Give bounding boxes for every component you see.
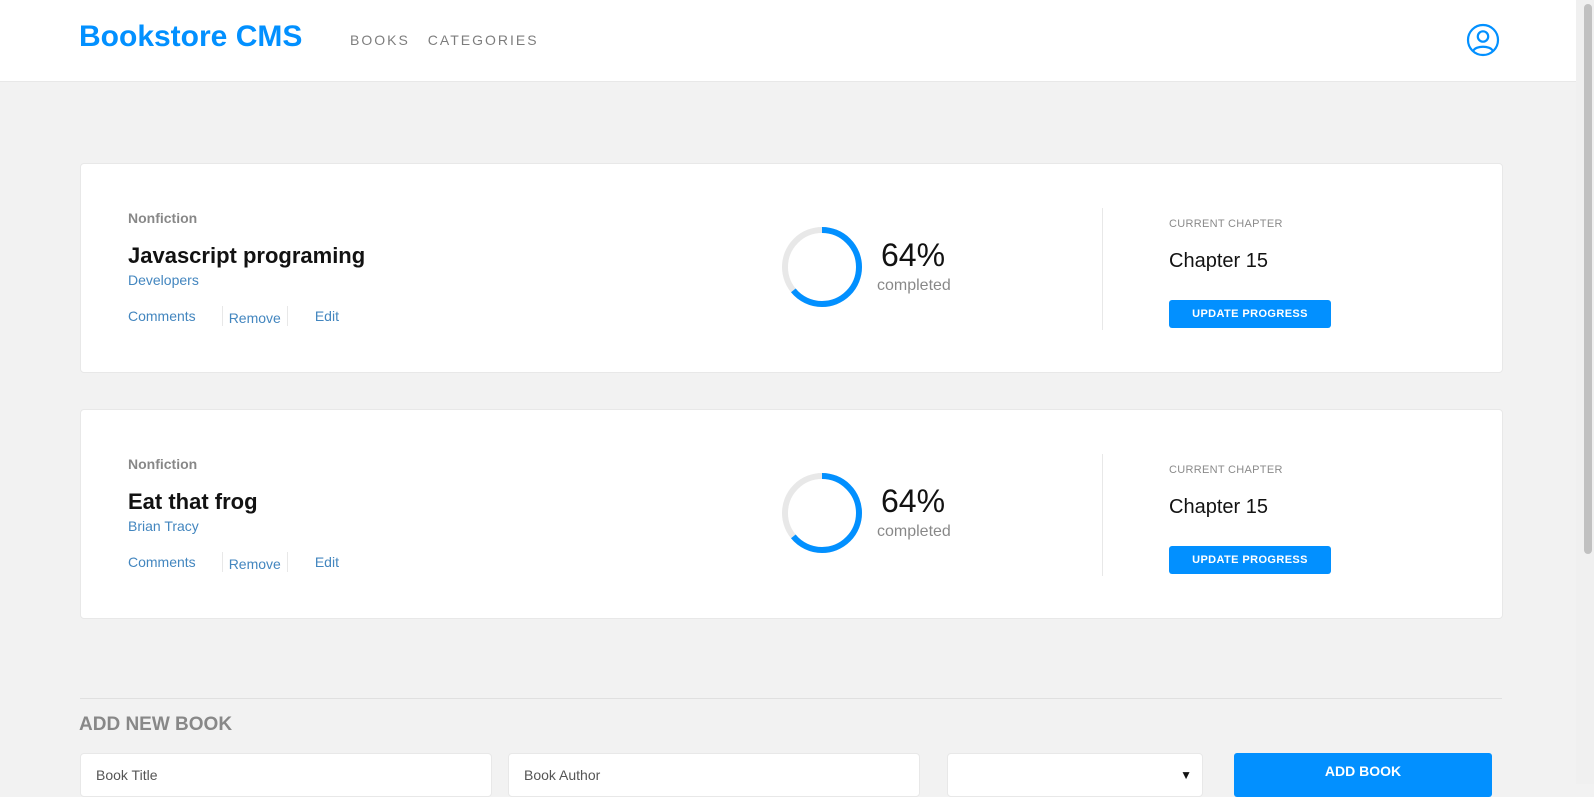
category-select[interactable]: ▼ xyxy=(947,753,1203,797)
add-book-heading: ADD NEW BOOK xyxy=(79,714,233,735)
current-chapter-label: CURRENT CHAPTER xyxy=(1169,218,1283,230)
book-actions: Comments Remove Edit xyxy=(128,306,339,326)
progress-completed-label: completed xyxy=(877,523,951,540)
comments-button[interactable]: Comments xyxy=(128,308,196,324)
progress-ring xyxy=(782,227,862,307)
book-author[interactable]: Developers xyxy=(128,272,199,288)
book-genre: Nonfiction xyxy=(128,210,198,226)
book-card: Nonfiction Eat that frog Brian Tracy Com… xyxy=(80,409,1503,619)
main-nav: BOOKS CATEGORIES xyxy=(350,32,539,48)
nav-categories[interactable]: CATEGORIES xyxy=(428,32,539,48)
book-author-input[interactable] xyxy=(508,753,920,797)
book-actions: Comments Remove Edit xyxy=(128,552,339,572)
book-title: Eat that frog xyxy=(128,489,258,514)
progress-completed-label: completed xyxy=(877,277,951,294)
progress-percent: 64% xyxy=(881,237,946,273)
book-author[interactable]: Brian Tracy xyxy=(128,518,199,534)
remove-button[interactable]: Remove xyxy=(229,310,281,326)
remove-button[interactable]: Remove xyxy=(229,556,281,572)
edit-button[interactable]: Edit xyxy=(315,308,339,324)
logo[interactable]: Bookstore CMS xyxy=(79,20,302,54)
section-divider xyxy=(80,698,1502,699)
user-circle-icon[interactable] xyxy=(1466,23,1500,57)
current-chapter: Chapter 15 xyxy=(1169,250,1268,272)
progress-ring xyxy=(782,473,862,553)
chevron-down-icon: ▼ xyxy=(1180,768,1192,782)
add-book-button[interactable]: ADD BOOK xyxy=(1234,753,1492,797)
card-divider xyxy=(1102,208,1103,330)
book-genre: Nonfiction xyxy=(128,456,198,472)
progress-percent: 64% xyxy=(881,483,946,519)
action-divider xyxy=(286,306,288,326)
action-divider xyxy=(286,552,288,572)
scrollbar-thumb[interactable] xyxy=(1584,4,1592,554)
action-divider xyxy=(221,306,223,326)
nav-books[interactable]: BOOKS xyxy=(350,32,410,48)
update-progress-button[interactable]: UPDATE PROGRESS xyxy=(1169,300,1331,328)
comments-button[interactable]: Comments xyxy=(128,554,196,570)
book-card: Nonfiction Javascript programing Develop… xyxy=(80,163,1503,373)
current-chapter: Chapter 15 xyxy=(1169,496,1268,518)
current-chapter-label: CURRENT CHAPTER xyxy=(1169,464,1283,476)
book-title: Javascript programing xyxy=(128,243,366,268)
update-progress-button[interactable]: UPDATE PROGRESS xyxy=(1169,546,1331,574)
edit-button[interactable]: Edit xyxy=(315,554,339,570)
book-title-input[interactable] xyxy=(80,753,492,797)
header: Bookstore CMS BOOKS CATEGORIES xyxy=(0,0,1594,82)
action-divider xyxy=(221,552,223,572)
card-divider xyxy=(1102,454,1103,576)
